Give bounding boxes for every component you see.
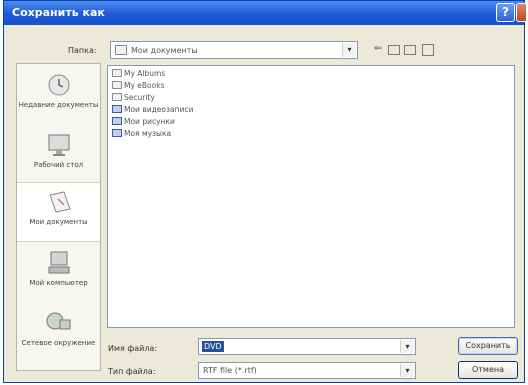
filetype-label: Тип файла:	[108, 367, 156, 376]
title-bar[interactable]: Сохранить как ?	[4, 1, 526, 25]
save-button[interactable]: Сохранить	[458, 337, 518, 355]
filename-input[interactable]: DVD ▾	[198, 338, 416, 355]
place-desktop[interactable]: Рабочий стол	[17, 132, 100, 170]
list-item[interactable]: Мои рисунки	[112, 117, 175, 128]
folder-label: Папка:	[68, 46, 97, 55]
cancel-button[interactable]: Отмена	[458, 361, 518, 379]
places-bar: Недавние документы Рабочий стол Мои доку…	[16, 63, 101, 371]
place-label: Сетевое окружение	[21, 339, 96, 347]
list-item[interactable]: My eBooks	[112, 81, 164, 92]
place-label: Рабочий стол	[33, 161, 84, 169]
folder-select[interactable]: Мои документы ▾	[110, 41, 358, 59]
chevron-down-icon[interactable]: ▾	[400, 364, 414, 377]
new-folder-icon[interactable]	[404, 45, 416, 55]
dialog-title: Сохранить как	[12, 6, 105, 19]
filetype-value: RTF file (*.rtf)	[203, 366, 257, 375]
save-as-dialog: Сохранить как ? Папка: Мои документы ▾ ⇐…	[3, 0, 526, 383]
list-item[interactable]: Мои видеозаписи	[112, 105, 193, 116]
place-label: Недавние документы	[18, 101, 99, 109]
music-folder-icon	[112, 129, 122, 137]
network-icon	[44, 310, 74, 336]
list-item[interactable]: My Albums	[112, 69, 165, 80]
place-my-computer[interactable]: Мой компьютер	[17, 250, 100, 288]
views-menu-icon[interactable]	[422, 44, 434, 56]
filename-label: Имя файла:	[108, 344, 158, 353]
my-documents-icon	[44, 189, 74, 215]
desktop-icon	[44, 132, 74, 158]
folder-icon	[112, 69, 122, 77]
help-button[interactable]: ?	[496, 3, 515, 22]
video-folder-icon	[112, 105, 122, 113]
place-my-documents[interactable]: Мои документы	[17, 182, 100, 242]
back-icon[interactable]: ⇐	[372, 43, 384, 55]
recent-documents-icon	[44, 72, 74, 98]
close-button[interactable]	[516, 3, 526, 22]
folder-icon	[115, 45, 127, 55]
chevron-down-icon[interactable]: ▾	[400, 340, 414, 353]
place-recent-documents[interactable]: Недавние документы	[17, 72, 100, 110]
place-network[interactable]: Сетевое окружение	[17, 310, 100, 348]
up-folder-icon[interactable]	[388, 45, 400, 55]
pictures-folder-icon	[112, 117, 122, 125]
folder-icon	[112, 93, 122, 101]
filename-value: DVD	[202, 341, 224, 352]
place-label: Мой компьютер	[29, 279, 88, 287]
place-label: Мои документы	[29, 218, 88, 226]
list-item[interactable]: Security	[112, 93, 155, 104]
folder-icon	[112, 81, 122, 89]
my-computer-icon	[44, 250, 74, 276]
list-item[interactable]: Моя музыка	[112, 129, 171, 140]
filetype-select[interactable]: RTF file (*.rtf) ▾	[198, 362, 416, 379]
chevron-down-icon[interactable]: ▾	[342, 43, 356, 57]
folder-select-value: Мои документы	[131, 46, 198, 55]
file-list[interactable]: My Albums My eBooks Security Мои видеоза…	[107, 65, 515, 328]
